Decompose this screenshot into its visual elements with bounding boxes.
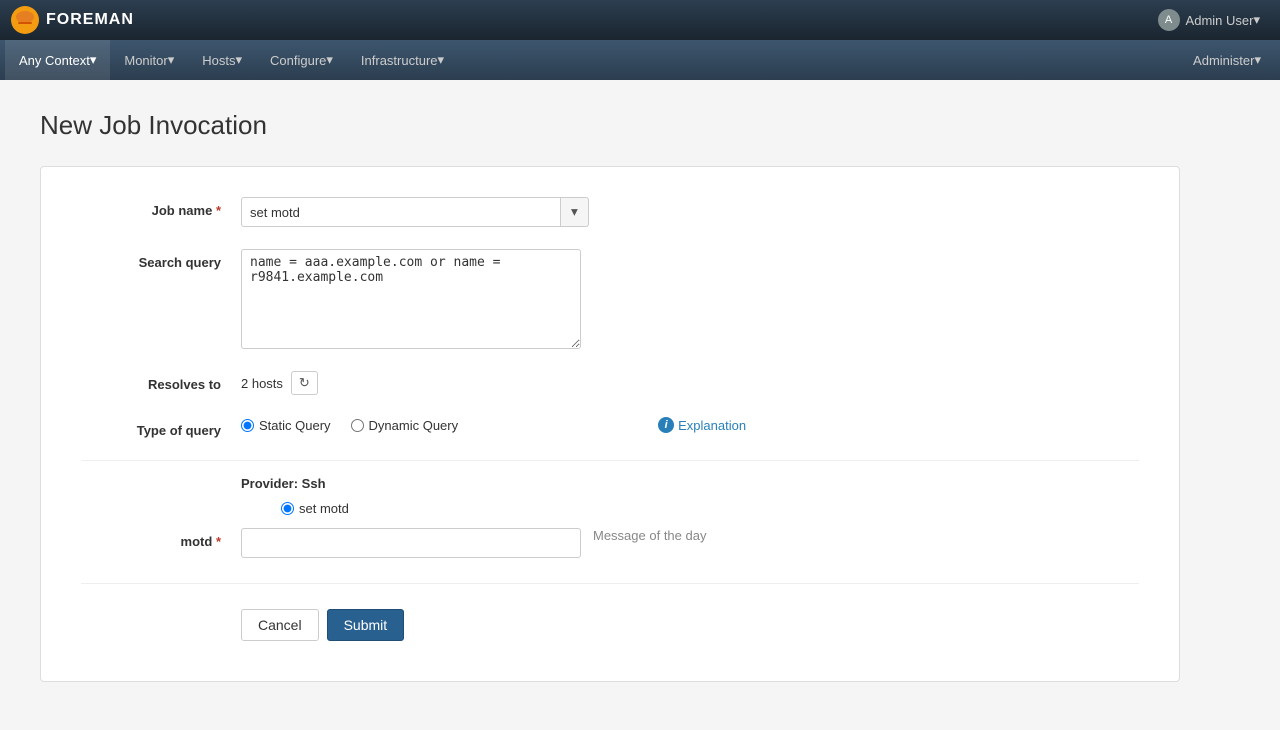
top-nav-right: A Admin User ▾ (1148, 9, 1270, 31)
motd-group: motd * Message of the day (81, 528, 1139, 558)
provider-job-label: set motd (299, 501, 349, 516)
page-title: New Job Invocation (40, 110, 1240, 141)
admin-user-menu[interactable]: A Admin User ▾ (1148, 9, 1270, 31)
main-nav-right: Administer ▾ (1179, 52, 1275, 68)
refresh-icon: ↻ (299, 375, 310, 390)
monitor-caret-icon: ▾ (168, 52, 175, 68)
administer-caret-icon: ▾ (1254, 52, 1261, 68)
provider-job-radio[interactable] (281, 502, 294, 515)
form-actions: Cancel Submit (81, 609, 1139, 641)
motd-label: motd * (81, 528, 241, 549)
provider-job-option[interactable]: set motd (281, 501, 349, 516)
static-query-label: Static Query (259, 418, 331, 433)
job-name-select[interactable]: set motd (241, 197, 561, 227)
resolves-row: 2 hosts ↻ (241, 371, 318, 395)
job-name-group: Job name * set motd ▾ (81, 197, 1139, 227)
administer-nav-link[interactable]: Administer ▾ (1179, 52, 1275, 68)
static-query-option[interactable]: Static Query (241, 418, 331, 433)
resolves-count: 2 hosts (241, 376, 283, 391)
monitor-nav-link[interactable]: Monitor ▾ (110, 40, 188, 80)
main-nav-list: Any Context ▾ Monitor ▾ Hosts ▾ Configur… (5, 40, 458, 80)
static-query-radio[interactable] (241, 419, 254, 432)
foreman-logo-icon (10, 5, 40, 35)
nav-item-infrastructure[interactable]: Infrastructure ▾ (347, 40, 458, 80)
job-name-dropdown-btn[interactable]: ▾ (561, 197, 589, 227)
dropdown-icon: ▾ (571, 204, 578, 220)
nav-item-context[interactable]: Any Context ▾ (5, 40, 110, 80)
brand-logo[interactable]: FOREMAN (10, 5, 134, 35)
nav-item-hosts[interactable]: Hosts ▾ (188, 40, 256, 80)
search-query-label: Search query (81, 249, 241, 270)
infrastructure-label: Infrastructure (361, 53, 438, 68)
submit-button[interactable]: Submit (327, 609, 405, 641)
admin-user-caret-icon: ▾ (1253, 12, 1260, 28)
context-nav-link[interactable]: Any Context ▾ (5, 40, 110, 80)
dynamic-query-label: Dynamic Query (369, 418, 459, 433)
top-navbar: FOREMAN A Admin User ▾ (0, 0, 1280, 40)
hosts-label: Hosts (202, 53, 235, 68)
main-navbar: Any Context ▾ Monitor ▾ Hosts ▾ Configur… (0, 40, 1280, 80)
resolves-group: Resolves to 2 hosts ↻ (81, 371, 1139, 395)
configure-caret-icon: ▾ (326, 52, 333, 68)
type-query-group: Type of query Static Query Dynamic Query… (81, 417, 1139, 438)
infrastructure-caret-icon: ▾ (438, 52, 445, 68)
hosts-caret-icon: ▾ (235, 52, 242, 68)
administer-label: Administer (1193, 53, 1254, 68)
dynamic-query-radio[interactable] (351, 419, 364, 432)
brand-name: FOREMAN (46, 11, 134, 29)
dynamic-query-option[interactable]: Dynamic Query (351, 418, 459, 433)
type-query-label: Type of query (81, 417, 241, 438)
explanation-label: Explanation (678, 418, 746, 433)
job-name-required: * (216, 203, 221, 218)
cancel-button[interactable]: Cancel (241, 609, 319, 641)
job-name-label: Job name * (81, 197, 241, 218)
user-avatar: A (1158, 9, 1180, 31)
motd-required: * (216, 534, 221, 549)
nav-item-monitor[interactable]: Monitor ▾ (110, 40, 188, 80)
info-icon: i (658, 417, 674, 433)
form-card: Job name * set motd ▾ Search query Reso (40, 166, 1180, 682)
provider-title: Provider: Ssh (81, 476, 1139, 491)
configure-nav-link[interactable]: Configure ▾ (256, 40, 347, 80)
admin-user-label: Admin User (1186, 13, 1254, 28)
provider-radio-row: set motd (81, 501, 1139, 516)
page-content: New Job Invocation Job name * set motd ▾… (0, 80, 1280, 712)
hosts-nav-link[interactable]: Hosts ▾ (188, 40, 256, 80)
provider-section: Provider: Ssh set motd motd * Message of… (81, 460, 1139, 558)
motd-input[interactable] (241, 528, 581, 558)
resolves-label: Resolves to (81, 371, 241, 392)
search-query-input[interactable] (241, 249, 581, 349)
form-divider (81, 583, 1139, 584)
search-query-group: Search query (81, 249, 1139, 349)
nav-item-configure[interactable]: Configure ▾ (256, 40, 347, 80)
refresh-button[interactable]: ↻ (291, 371, 318, 395)
job-name-select-wrapper: set motd ▾ (241, 197, 589, 227)
explanation-link[interactable]: i Explanation (658, 417, 746, 433)
monitor-label: Monitor (124, 53, 167, 68)
query-type-options: Static Query Dynamic Query i Explanation (241, 417, 746, 433)
configure-label: Configure (270, 53, 326, 68)
motd-hint: Message of the day (593, 528, 706, 543)
context-caret-icon: ▾ (90, 52, 97, 68)
context-label: Any Context (19, 53, 90, 68)
infrastructure-nav-link[interactable]: Infrastructure ▾ (347, 40, 458, 80)
